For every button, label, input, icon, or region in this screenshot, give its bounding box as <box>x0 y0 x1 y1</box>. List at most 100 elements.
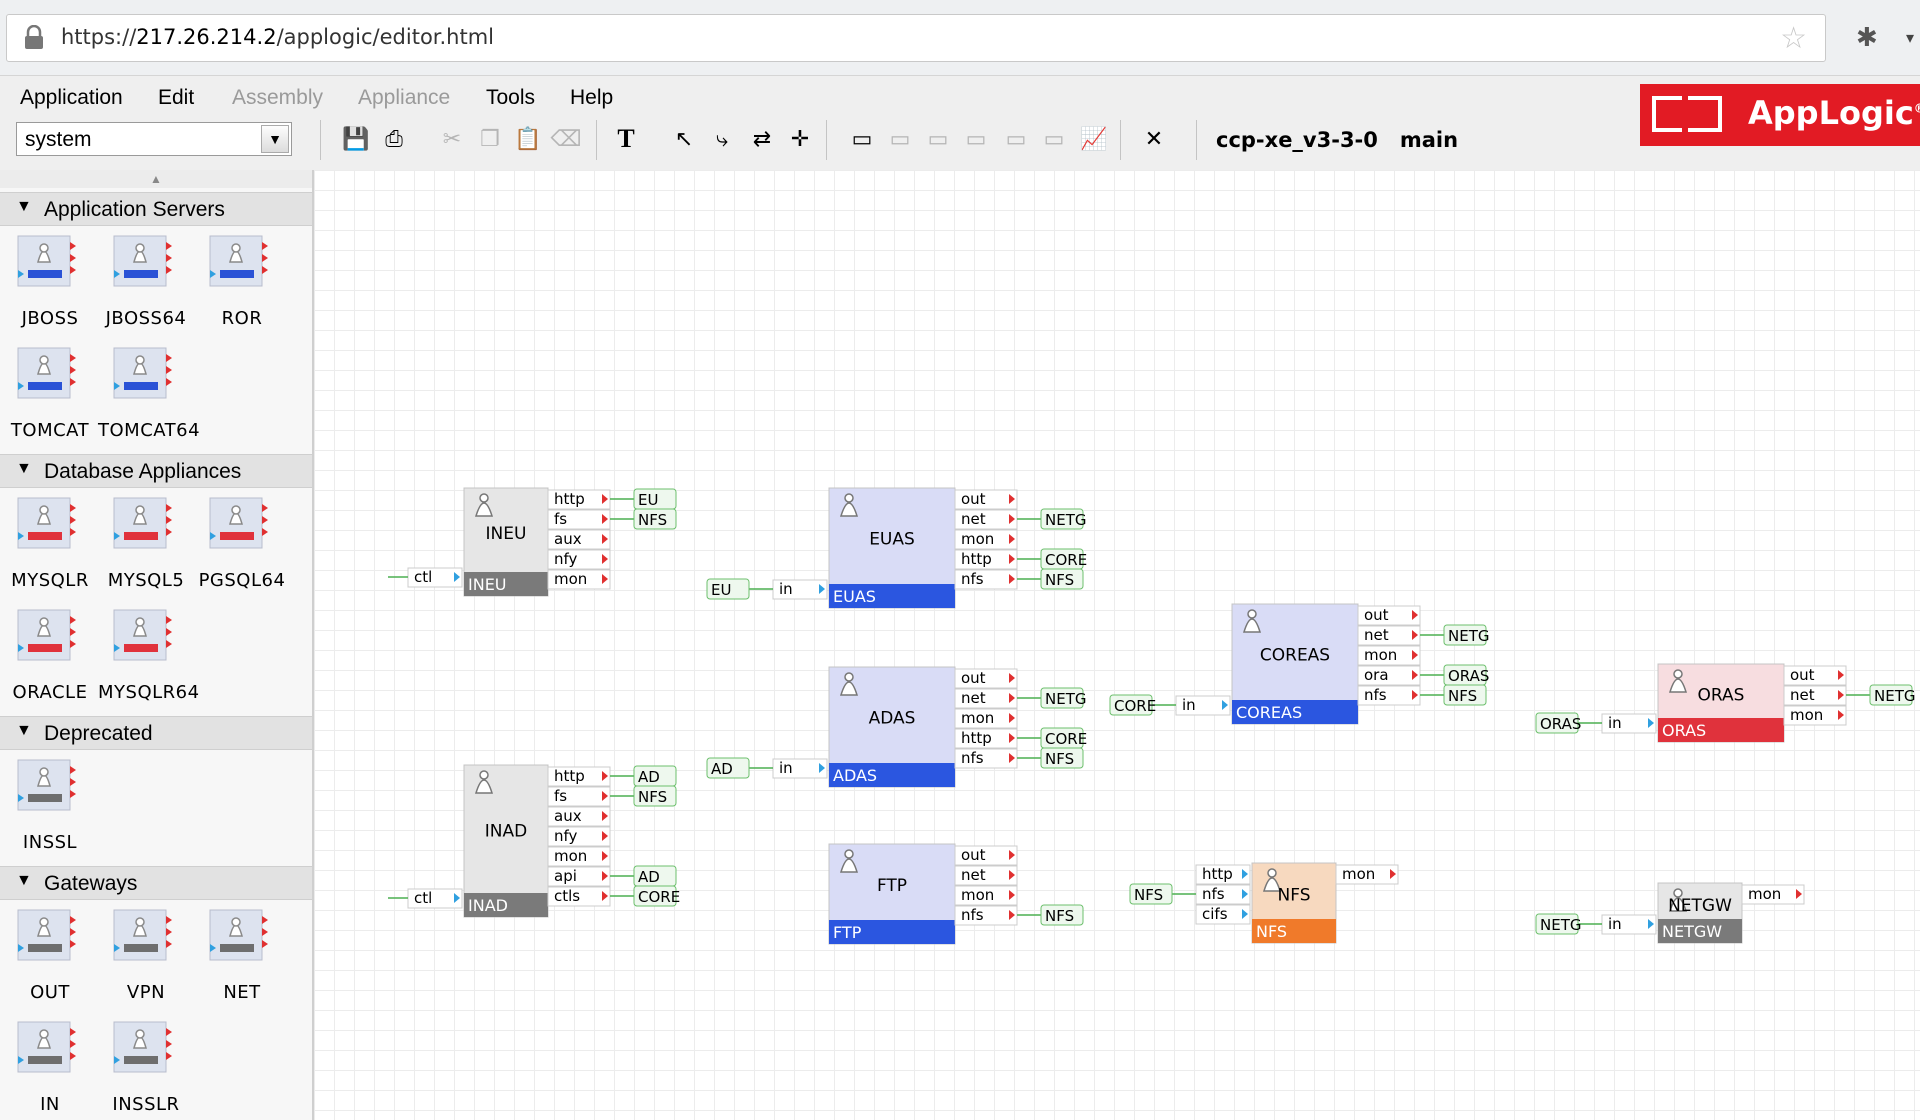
menu-tools[interactable]: Tools <box>486 87 535 108</box>
port-mon[interactable]: mon <box>961 709 994 727</box>
port-nfs[interactable]: nfs <box>961 749 984 767</box>
cut-icon[interactable]: ✂ <box>436 122 468 156</box>
palette-item-insslr[interactable]: INSSLR <box>98 1014 194 1120</box>
component-coreas[interactable]: COREAS COREAS out net mon ora nfs in <box>1175 603 1421 725</box>
palette-item-jboss[interactable]: JBOSS <box>2 228 98 338</box>
port-aux[interactable]: aux <box>554 807 582 825</box>
bookmark-star-icon[interactable]: ☆ <box>1780 21 1807 56</box>
terminal-netg[interactable]: NETG <box>1420 624 1489 646</box>
url-field[interactable]: https://217.26.214.2/applogic/editor.htm… <box>6 14 1826 62</box>
port-net[interactable]: net <box>961 866 986 884</box>
palette-item-jboss64[interactable]: JBOSS64 <box>98 228 194 338</box>
chevron-down-icon[interactable]: ▾ <box>1906 28 1914 48</box>
component-oras[interactable]: ORAS ORAS out net mon in <box>1601 663 1847 743</box>
port-in[interactable]: in <box>1608 714 1622 732</box>
port-nfs[interactable]: nfs <box>961 906 984 924</box>
terminal-core[interactable]: CORE <box>1109 694 1176 716</box>
terminal-nfs[interactable]: NFS <box>1129 883 1196 905</box>
terminal-nfs[interactable]: NFS <box>1017 747 1084 769</box>
component-nfs[interactable]: NFS NFS mon http nfs cifs <box>1195 862 1399 944</box>
port-mon[interactable]: mon <box>554 847 587 865</box>
port-http[interactable]: http <box>554 767 585 785</box>
palette-item-tomcat[interactable]: TOMCAT <box>2 340 98 450</box>
window-icon[interactable]: ▭ <box>884 122 916 156</box>
palette-item-ror[interactable]: ROR <box>194 228 290 338</box>
port-out[interactable]: out <box>961 490 986 508</box>
port-in[interactable]: in <box>1182 696 1196 714</box>
terminal-netg[interactable]: NETG <box>1535 913 1602 935</box>
terminal-nfs[interactable]: NFS <box>1017 904 1084 926</box>
palette-item-mysqlr64[interactable]: MYSQLR64 <box>98 602 199 712</box>
port-nfs[interactable]: nfs <box>1364 686 1387 704</box>
palette-item-inssl[interactable]: INSSL <box>2 752 98 862</box>
palette-item-in[interactable]: IN <box>2 1014 98 1120</box>
palette-item-mysql5[interactable]: MYSQL5 <box>98 490 194 600</box>
port-http[interactable]: http <box>961 729 992 747</box>
palette-item-out[interactable]: OUT <box>2 902 98 1012</box>
terminal-ad[interactable]: AD <box>610 765 677 787</box>
menu-help[interactable]: Help <box>570 87 613 108</box>
menu-application[interactable]: Application <box>20 87 123 108</box>
port-in[interactable]: in <box>779 580 793 598</box>
palette-item-mysqlr[interactable]: MYSQLR <box>2 490 98 600</box>
component-inad[interactable]: INAD INAD http fs aux nfy mon api ctls ctl <box>407 764 611 918</box>
terminal-ad[interactable]: AD <box>706 757 773 779</box>
collapse-triangle-icon[interactable]: ▼ <box>16 872 32 890</box>
port-http[interactable]: http <box>1202 865 1233 883</box>
paste-icon[interactable]: 📋 <box>512 122 544 156</box>
extension-icon[interactable]: ✱ <box>1856 22 1878 53</box>
port-aux[interactable]: aux <box>554 530 582 548</box>
port-net[interactable]: net <box>1790 686 1815 704</box>
port-net[interactable]: net <box>961 689 986 707</box>
component-euas[interactable]: EUAS EUAS out net mon http nfs in <box>772 487 1018 609</box>
port-mon[interactable]: mon <box>1364 646 1397 664</box>
port-net[interactable]: net <box>961 510 986 528</box>
terminal-oras[interactable]: ORAS <box>1420 664 1489 686</box>
component-ineu[interactable]: INEU INEU http fs aux nfy mon ctl <box>407 487 611 597</box>
port-ctl[interactable]: ctl <box>414 889 432 907</box>
port-out[interactable]: out <box>961 669 986 687</box>
window-icon[interactable]: ▭ <box>1038 122 1070 156</box>
port-http[interactable]: http <box>961 550 992 568</box>
port-in[interactable]: in <box>779 759 793 777</box>
port-http[interactable]: http <box>554 490 585 508</box>
palette-category-database-appliances[interactable]: ▼ Database Appliances <box>0 454 312 488</box>
port-nfy[interactable]: nfy <box>554 550 578 568</box>
port-mon[interactable]: mon <box>554 570 587 588</box>
terminal-netg[interactable]: NETG <box>1846 684 1915 706</box>
port-out[interactable]: out <box>961 846 986 864</box>
close-icon[interactable]: ✕ <box>1138 122 1170 156</box>
palette-item-pgsql64[interactable]: PGSQL64 <box>194 490 290 600</box>
terminal-core[interactable]: CORE <box>1017 548 1087 570</box>
window-icon[interactable]: ▭ <box>1000 122 1032 156</box>
connect-icon[interactable]: ⤷ <box>706 122 738 156</box>
port-mon[interactable]: mon <box>961 886 994 904</box>
menu-appliance[interactable]: Appliance <box>358 87 450 108</box>
window-icon[interactable]: ▭ <box>922 122 954 156</box>
select-pointer-icon[interactable]: ↖ <box>668 122 700 156</box>
port-cifs[interactable]: cifs <box>1202 905 1228 923</box>
scroll-up-icon[interactable]: ▲ <box>0 170 312 188</box>
palette-category-deprecated[interactable]: ▼ Deprecated <box>0 716 312 750</box>
port-fs[interactable]: fs <box>554 510 567 528</box>
terminal-eu[interactable]: EU <box>706 578 773 600</box>
port-fs[interactable]: fs <box>554 787 567 805</box>
terminal-nfs[interactable]: NFS <box>610 508 677 530</box>
terminal-core[interactable]: CORE <box>610 885 680 907</box>
save-icon[interactable]: 💾 <box>340 122 372 156</box>
window-icon[interactable]: ▭ <box>960 122 992 156</box>
terminal-ad[interactable]: AD <box>610 865 677 887</box>
palette-category-gateways[interactable]: ▼ Gateways <box>0 866 312 900</box>
palette-item-oracle[interactable]: ORACLE <box>2 602 98 712</box>
collapse-triangle-icon[interactable]: ▼ <box>16 198 32 216</box>
terminal-netg[interactable]: NETG <box>1017 508 1086 530</box>
terminal-oras[interactable]: ORAS <box>1535 712 1602 734</box>
port-ctls[interactable]: ctls <box>554 887 580 905</box>
port-in[interactable]: in <box>1608 915 1622 933</box>
port-ctl[interactable]: ctl <box>414 568 432 586</box>
component-ftp[interactable]: FTP FTP out net mon nfs <box>828 843 1018 945</box>
menu-assembly[interactable]: Assembly <box>232 87 323 108</box>
assembly-canvas[interactable]: INEU INEU http fs aux nfy mon ctl INAD INAD http fs… <box>314 170 1920 1120</box>
print-icon[interactable]: ⎙ <box>378 122 410 156</box>
palette-item-net[interactable]: NET <box>194 902 290 1012</box>
